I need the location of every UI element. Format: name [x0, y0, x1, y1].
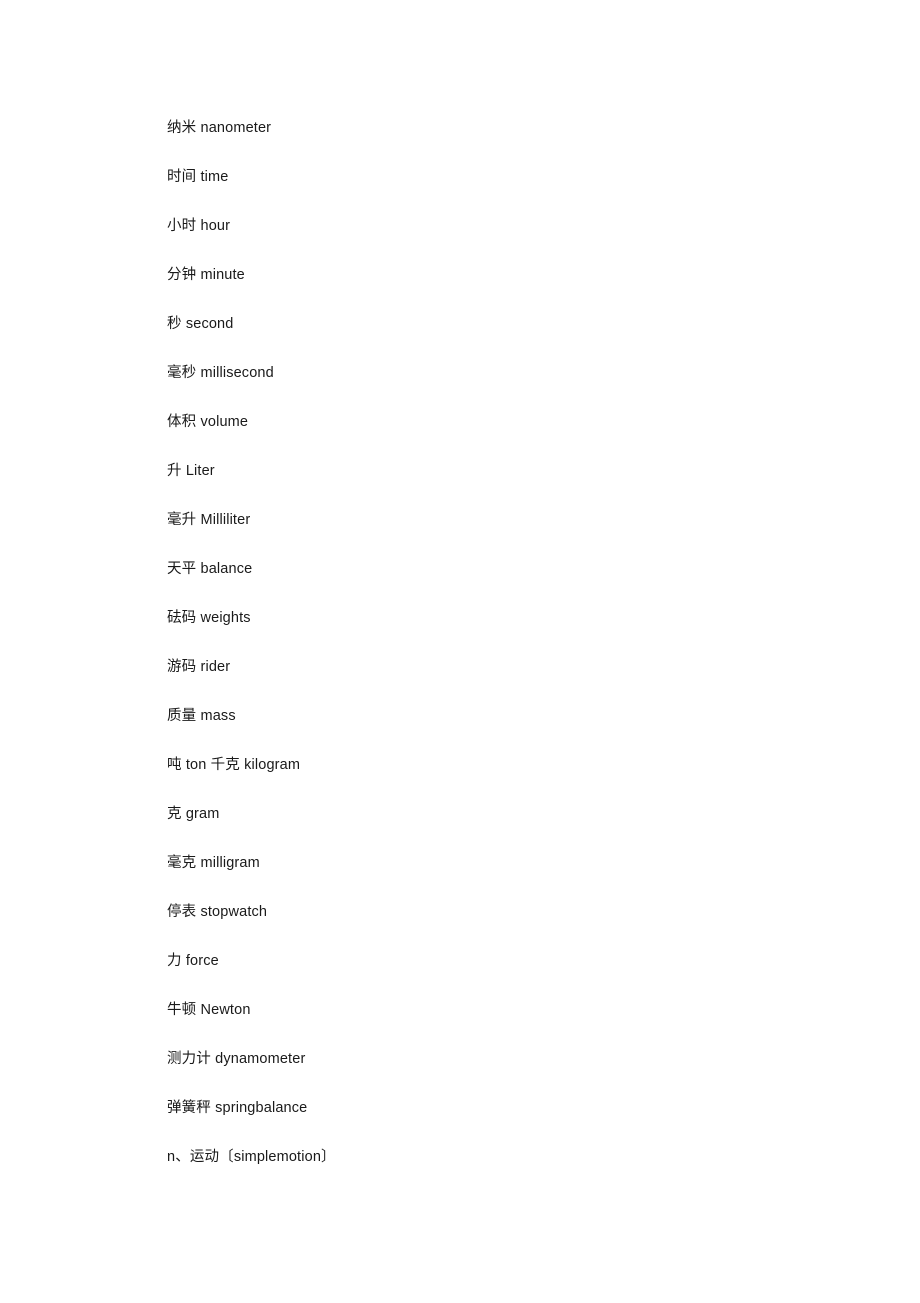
glossary-entry: 毫升 Milliliter: [167, 512, 251, 528]
glossary-entry: 停表 stopwatch: [167, 904, 268, 920]
glossary-entry: 测力计 dynamometer: [167, 1051, 306, 1067]
glossary-entry: 力 force: [167, 953, 219, 969]
glossary-entry: 天平 balance: [167, 561, 253, 577]
glossary-entry: 弹簧秤 springbalance: [167, 1100, 308, 1116]
glossary-entry: 分钟 minute: [167, 267, 245, 283]
glossary-list: 纳米 nanometer 时间 time 小时 hour 分钟 minute 秒…: [167, 104, 827, 1182]
glossary-entry: 砝码 weights: [167, 610, 251, 626]
glossary-entry: 克 gram: [167, 806, 220, 822]
glossary-entry: 时间 time: [167, 169, 229, 185]
glossary-entry: 小时 hour: [167, 218, 231, 234]
glossary-entry: 体积 volume: [167, 414, 249, 430]
glossary-entry: 吨 ton 千克 kilogram: [167, 757, 301, 773]
glossary-entry: 升 Liter: [167, 463, 215, 479]
glossary-entry: 牛顿 Newton: [167, 1002, 251, 1018]
glossary-entry: 游码 rider: [167, 659, 231, 675]
glossary-entry: n、运动〔simplemotion〕: [167, 1149, 336, 1165]
glossary-entry: 毫克 milligram: [167, 855, 260, 871]
glossary-entry: 毫秒 millisecond: [167, 365, 274, 381]
document-page: 纳米 nanometer 时间 time 小时 hour 分钟 minute 秒…: [0, 0, 920, 1303]
glossary-entry: 纳米 nanometer: [167, 120, 272, 136]
glossary-entry: 质量 mass: [167, 708, 236, 724]
glossary-entry: 秒 second: [167, 316, 234, 332]
